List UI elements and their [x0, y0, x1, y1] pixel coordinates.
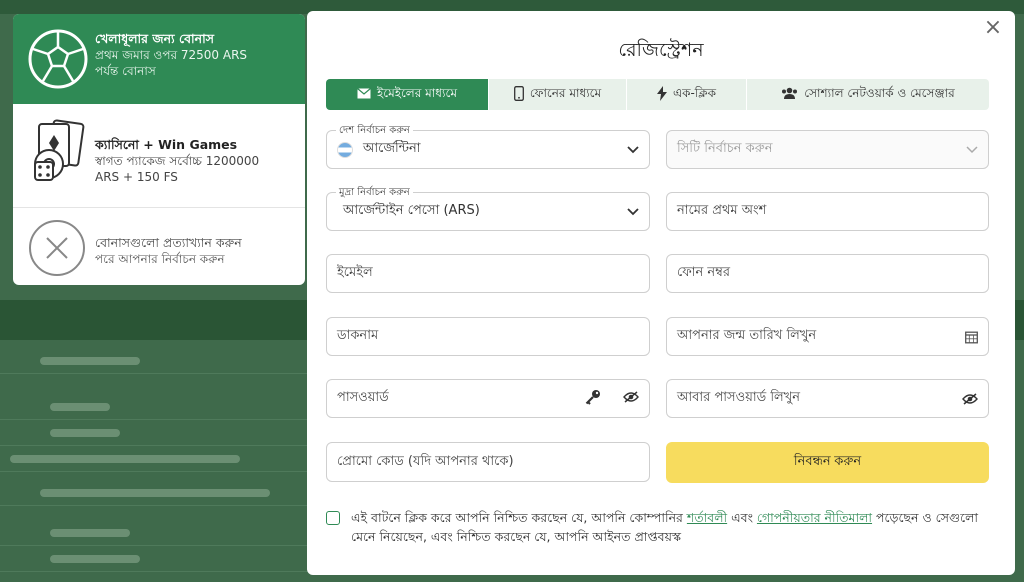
eye-slash-icon[interactable]: [962, 392, 978, 405]
tab-label: ইমেইলের মাধ্যমে: [377, 85, 457, 100]
bonus-panel: খেলাধূলার জন্য বোনাস প্রথম জমার ওপর 7250…: [13, 14, 305, 285]
close-icon[interactable]: ×: [983, 17, 1003, 39]
background-row: [0, 348, 310, 374]
bonus-description: ARS + 150 FS: [95, 170, 178, 184]
bonus-option-sports[interactable]: খেলাধূলার জন্য বোনাস প্রথম জমার ওপর 7250…: [13, 14, 305, 104]
terms-link[interactable]: শর্তাবলী: [687, 510, 727, 525]
country-select[interactable]: দেশ নির্বাচন করুন আর্জেন্টিনা: [326, 123, 650, 169]
birthdate-field[interactable]: আপনার জন্ম তারিখ লিখুন: [666, 317, 989, 356]
first-name-placeholder: নামের প্রথম অংশ: [677, 203, 767, 218]
consent-section: এই বাটনে ক্লিক করে আপনি নিশ্চিত করছেন যে…: [326, 508, 986, 546]
envelope-icon: [357, 87, 371, 102]
background-row: [0, 546, 310, 572]
cards-dice-icon: [29, 118, 87, 186]
consent-checkbox[interactable]: [326, 511, 340, 525]
email-placeholder: ইমেইল: [337, 265, 373, 280]
x-circle-icon: [27, 218, 87, 282]
bonus-description: পর্যন্ত বোনাস: [95, 64, 156, 78]
currency-select[interactable]: মুদ্রা নির্বাচন করুন আর্জেন্টাইন পেসো (A…: [326, 185, 650, 231]
repeat-password-placeholder: আবার পাসওয়ার্ড লিখুন: [677, 390, 801, 405]
promo-code-field[interactable]: প্রোমো কোড (যদি আপনার থাকে): [326, 442, 650, 482]
tab-social[interactable]: সোশ্যাল নেটওয়ার্ক ও মেসেঞ্জার: [747, 79, 989, 110]
argentina-flag-icon: [337, 141, 353, 158]
bonus-title: খেলাধূলার জন্য বোনাস: [95, 31, 215, 46]
privacy-policy-link[interactable]: গোপনীয়তার নীতিমালা: [757, 510, 872, 525]
tab-phone[interactable]: ফোনের মাধ্যমে: [489, 79, 627, 110]
tab-label: ফোনের মাধ্যমে: [529, 85, 602, 100]
phone-icon: [513, 85, 524, 104]
bonus-description: প্রথম জমার ওপর 72500 ARS: [95, 48, 248, 62]
password-placeholder: পাসওয়ার্ড: [337, 390, 389, 405]
email-field[interactable]: ইমেইল: [326, 254, 650, 293]
registration-modal: × রেজিস্ট্রেশন ইমেইলের মাধ্যমে ফোনের মাধ…: [307, 11, 1015, 575]
birthdate-placeholder: আপনার জন্ম তারিখ লিখুন: [677, 328, 817, 343]
consent-text-part: এবং: [727, 510, 757, 525]
chevron-down-icon: [627, 207, 639, 216]
tab-label: সোশ্যাল নেটওয়ার্ক ও মেসেঞ্জার: [804, 85, 955, 100]
key-icon[interactable]: [585, 389, 601, 409]
background-row: [0, 420, 310, 446]
register-button[interactable]: নিবন্ধন করুন: [666, 442, 989, 483]
bonus-description: স্বাগত প্যাকেজ সর্বোচ্চ 1200000: [95, 154, 260, 168]
chevron-down-icon: [966, 145, 978, 154]
bonus-title: বোনাসগুলো প্রত্যাখ্যান করুন: [95, 235, 242, 250]
modal-title: রেজিস্ট্রেশন: [618, 39, 704, 61]
tab-label: এক-ক্লিক: [672, 85, 717, 100]
currency-value: আর্জেন্টাইন পেসো (ARS): [343, 203, 480, 218]
repeat-password-field[interactable]: আবার পাসওয়ার্ড লিখুন: [666, 379, 989, 418]
background-row: [0, 480, 310, 506]
consent-text-part: এই বাটনে ক্লিক করে আপনি নিশ্চিত করছেন যে…: [351, 510, 687, 525]
consent-text: এই বাটনে ক্লিক করে আপনি নিশ্চিত করছেন যে…: [351, 508, 986, 546]
bonus-option-decline[interactable]: বোনাসগুলো প্রত্যাখ্যান করুন পরে আপনার নি…: [13, 208, 305, 285]
password-field[interactable]: পাসওয়ার্ড: [326, 379, 650, 418]
bonus-option-casino[interactable]: ক্যাসিনো + Win Games স্বাগত প্যাকেজ সর্ব…: [13, 104, 305, 208]
nickname-placeholder: ডাকনাম: [337, 328, 379, 343]
bonus-title: ক্যাসিনো + Win Games: [95, 137, 238, 152]
background-row: [0, 446, 310, 472]
background-row: [0, 520, 310, 546]
users-icon: [781, 87, 798, 102]
calendar-icon[interactable]: [965, 330, 978, 343]
nickname-field[interactable]: ডাকনাম: [326, 317, 650, 356]
tab-one-click[interactable]: এক-ক্লিক: [627, 79, 747, 110]
soccer-ball-icon: [27, 28, 89, 94]
phone-placeholder: ফোন নম্বর: [677, 265, 731, 280]
bonus-description: পরে আপনার নির্বাচন করুন: [95, 252, 225, 266]
tab-email[interactable]: ইমেইলের মাধ্যমে: [326, 79, 489, 110]
lightning-icon: [656, 85, 667, 104]
country-value: আর্জেন্টিনা: [363, 141, 421, 156]
city-select[interactable]: সিটি নির্বাচন করুন: [666, 130, 989, 169]
first-name-field[interactable]: নামের প্রথম অংশ: [666, 192, 989, 231]
phone-field[interactable]: ফোন নম্বর: [666, 254, 989, 293]
promo-code-placeholder: প্রোমো কোড (যদি আপনার থাকে): [337, 453, 514, 469]
country-label: দেশ নির্বাচন করুন: [336, 123, 413, 140]
registration-tabs: ইমেইলের মাধ্যমে ফোনের মাধ্যমে এক-ক্লিক স…: [326, 79, 989, 110]
currency-label: মুদ্রা নির্বাচন করুন: [336, 185, 413, 202]
chevron-down-icon: [627, 145, 639, 154]
background-row: [0, 394, 310, 420]
eye-slash-icon[interactable]: [623, 390, 639, 407]
city-placeholder: সিটি নির্বাচন করুন: [677, 141, 773, 156]
